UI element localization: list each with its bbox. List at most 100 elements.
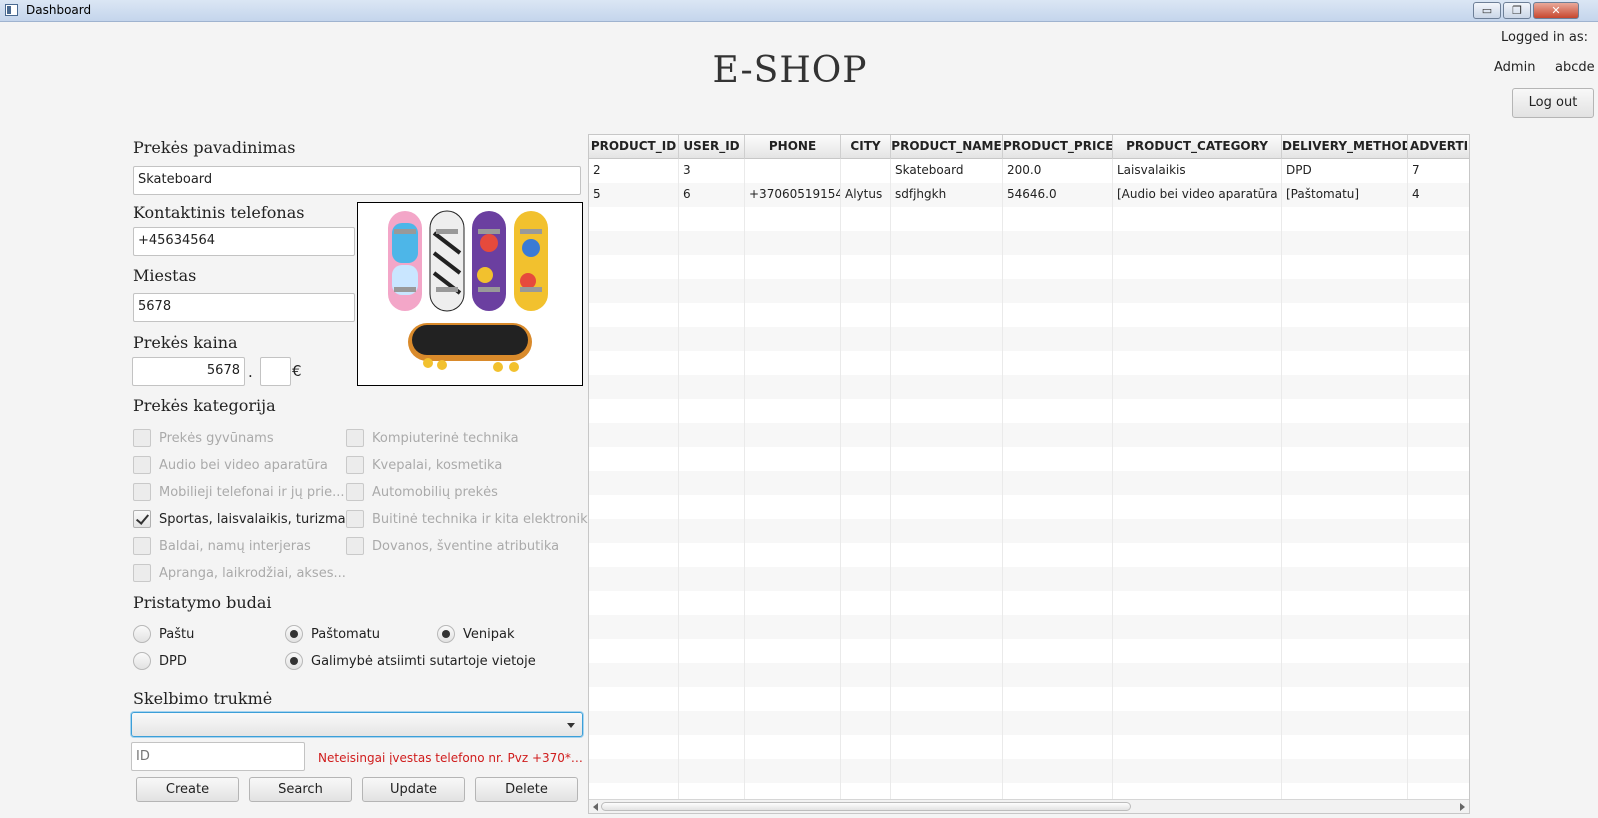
category-checkbox-appliances[interactable]: Buitinė technika ir kita elektronika <box>346 509 595 529</box>
radio-button[interactable] <box>133 652 151 670</box>
category-checkbox-gifts[interactable]: Dovanos, šventine atributika <box>346 536 559 556</box>
scroll-left-icon[interactable] <box>593 803 598 811</box>
delivery-radio-pickup[interactable]: Galimybė atsiimti sutartoje vietoje <box>285 651 536 671</box>
table-cell-empty <box>679 375 745 399</box>
table-row-empty <box>589 471 1469 495</box>
product-name-field[interactable]: Skateboard <box>133 166 581 195</box>
checkbox-box[interactable] <box>346 456 364 474</box>
scroll-right-icon[interactable] <box>1460 803 1465 811</box>
delivery-radio-mail[interactable]: Paštu <box>133 624 194 644</box>
category-checkbox-audio-video[interactable]: Audio bei video aparatūra <box>133 455 328 475</box>
checkbox-box[interactable] <box>133 537 151 555</box>
update-button[interactable]: Update <box>362 777 465 802</box>
phone-field[interactable]: +45634564 <box>133 227 355 256</box>
minimize-button[interactable]: ▭ <box>1473 2 1501 19</box>
checkbox-box[interactable] <box>133 429 151 447</box>
table-cell-empty <box>891 279 1003 303</box>
table-cell-empty <box>891 615 1003 639</box>
category-text: Kompiuterinė technika <box>372 430 519 446</box>
table-cell-empty <box>745 351 841 375</box>
price-cents-field[interactable] <box>260 357 291 386</box>
radio-button[interactable] <box>133 625 151 643</box>
delivery-radio-dpd[interactable]: DPD <box>133 651 187 671</box>
table-cell-empty <box>1408 735 1469 759</box>
maximize-button[interactable]: ❐ <box>1503 2 1531 19</box>
radio-button-selected[interactable] <box>285 652 303 670</box>
price-separator: . <box>248 363 253 381</box>
column-header-advertise[interactable]: ADVERTISE <box>1408 135 1469 159</box>
category-checkbox-furniture[interactable]: Baldai, namų interjeras <box>133 536 311 556</box>
table-cell-empty <box>1113 735 1282 759</box>
table-row[interactable]: 2 3 Skateboard 200.0 Laisvalaikis DPD 7 <box>589 159 1469 183</box>
create-button[interactable]: Create <box>136 777 239 802</box>
checkbox-box[interactable] <box>133 483 151 501</box>
duration-combobox[interactable] <box>131 712 583 737</box>
column-header-product-category[interactable]: PRODUCT_CATEGORY <box>1113 135 1282 159</box>
table-row[interactable]: 5 6 +37060519154 Alytus sdfjhgkh 54646.0… <box>589 183 1469 207</box>
table-cell-empty <box>745 471 841 495</box>
column-header-user-id[interactable]: USER_ID <box>679 135 745 159</box>
category-checkbox-computers[interactable]: Kompiuterinė technika <box>346 428 519 448</box>
price-whole-field[interactable]: 5678 <box>132 357 245 386</box>
category-text: Buitinė technika ir kita elektronika <box>372 511 596 527</box>
products-table[interactable]: PRODUCT_ID USER_ID PHONE CITY PRODUCT_NA… <box>588 134 1470 814</box>
category-text: Sportas, laisvalaikis, turizmas <box>159 511 353 527</box>
radio-button-selected[interactable] <box>437 625 455 643</box>
table-cell-empty <box>841 591 891 615</box>
table-cell-empty <box>841 447 891 471</box>
logged-in-label: Logged in as: <box>1501 30 1588 45</box>
checkbox-box[interactable] <box>346 483 364 501</box>
id-input[interactable] <box>131 742 305 771</box>
column-header-city[interactable]: CITY <box>841 135 891 159</box>
category-checkbox-automotive[interactable]: Automobilių prekės <box>346 482 498 502</box>
table-cell-empty <box>1282 471 1408 495</box>
table-row-empty <box>589 231 1469 255</box>
column-header-phone[interactable]: PHONE <box>745 135 841 159</box>
delete-button[interactable]: Delete <box>475 777 578 802</box>
column-header-product-id[interactable]: PRODUCT_ID <box>589 135 679 159</box>
column-header-product-name[interactable]: PRODUCT_NAME <box>891 135 1003 159</box>
table-cell-empty <box>1113 495 1282 519</box>
table-row-empty <box>589 303 1469 327</box>
table-cell-empty <box>841 687 891 711</box>
table-cell-empty <box>745 207 841 231</box>
delivery-radio-parcel-locker[interactable]: Paštomatu <box>285 624 380 644</box>
checkbox-box[interactable] <box>133 564 151 582</box>
scrollbar-thumb[interactable] <box>601 802 1131 811</box>
delivery-radio-venipak[interactable]: Venipak <box>437 624 514 644</box>
table-cell <box>841 159 891 183</box>
table-cell-empty <box>1408 543 1469 567</box>
category-checkbox-clothing[interactable]: Apranga, laikrodžiai, akses... <box>133 563 346 583</box>
category-checkbox-pets[interactable]: Prekės gyvūnams <box>133 428 274 448</box>
error-message: Neteisingai įvestas telefono nr. Pvz +37… <box>318 751 584 765</box>
column-header-delivery-method[interactable]: DELIVERY_METHOD <box>1282 135 1408 159</box>
checkbox-checked[interactable] <box>133 510 151 528</box>
checkbox-box[interactable] <box>133 456 151 474</box>
chevron-down-icon[interactable] <box>567 723 575 728</box>
table-cell-empty <box>1003 255 1113 279</box>
close-button[interactable]: ✕ <box>1533 2 1579 19</box>
column-header-product-price[interactable]: PRODUCT_PRICE <box>1003 135 1113 159</box>
radio-button-selected[interactable] <box>285 625 303 643</box>
table-cell-empty <box>745 567 841 591</box>
table-cell-empty <box>891 735 1003 759</box>
table-row-empty <box>589 447 1469 471</box>
horizontal-scrollbar[interactable] <box>589 799 1469 813</box>
checkbox-box[interactable] <box>346 429 364 447</box>
checkbox-box[interactable] <box>346 537 364 555</box>
table-cell-empty <box>1282 639 1408 663</box>
table-cell-empty <box>745 495 841 519</box>
table-cell-empty <box>679 351 745 375</box>
table-cell-empty <box>679 519 745 543</box>
category-checkbox-sports[interactable]: Sportas, laisvalaikis, turizmas <box>133 509 352 529</box>
table-row-empty <box>589 687 1469 711</box>
logout-button[interactable]: Log out <box>1512 88 1594 118</box>
category-checkbox-mobile[interactable]: Mobilieji telefonai ir jų prie... <box>133 482 344 502</box>
table-cell: 54646.0 <box>1003 183 1113 207</box>
search-button[interactable]: Search <box>249 777 352 802</box>
table-row-empty <box>589 399 1469 423</box>
checkbox-box[interactable] <box>346 510 364 528</box>
city-field[interactable]: 5678 <box>133 293 355 322</box>
category-checkbox-cosmetics[interactable]: Kvepalai, kosmetika <box>346 455 502 475</box>
table-cell-empty <box>1408 759 1469 783</box>
